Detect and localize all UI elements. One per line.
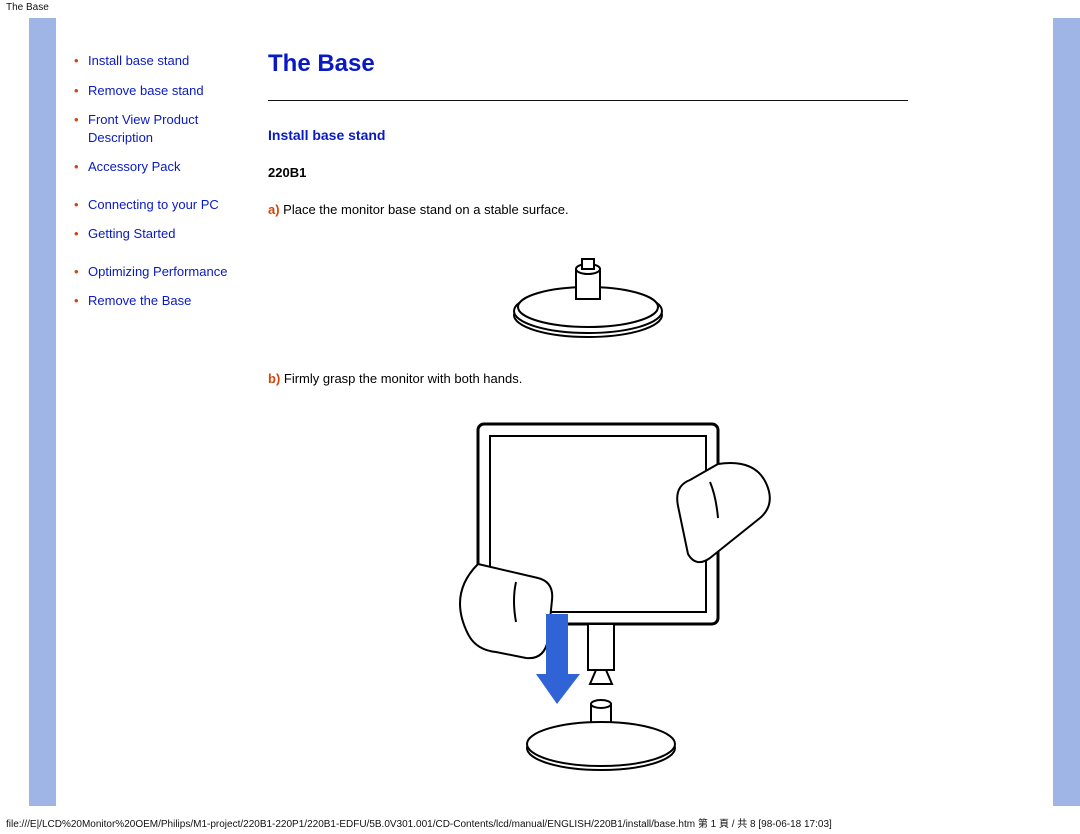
step-b-tag: b): [268, 371, 280, 386]
figure-base-stand: [268, 235, 908, 345]
sidebar-item-remove-base-stand[interactable]: Remove base stand: [74, 82, 244, 100]
sidebar-nav: Install base stand Remove base stand Fro…: [74, 52, 244, 322]
sidebar-link[interactable]: Getting Started: [88, 226, 175, 241]
sidebar-link[interactable]: Front View Product Description: [88, 112, 198, 145]
section-heading: Install base stand: [268, 127, 908, 143]
model-label: 220B1: [268, 165, 908, 180]
sidebar-link[interactable]: Optimizing Performance: [88, 264, 227, 279]
base-stand-illustration: [498, 235, 678, 345]
page-title: The Base: [268, 50, 908, 78]
sidebar-item-optimizing[interactable]: Optimizing Performance: [74, 263, 244, 281]
sidebar-item-getting-started[interactable]: Getting Started: [74, 225, 244, 243]
decorative-left-bar: [29, 18, 56, 806]
sidebar-item-accessory-pack[interactable]: Accessory Pack: [74, 158, 244, 176]
decorative-right-bar: [1053, 18, 1080, 806]
sidebar-item-remove-base[interactable]: Remove the Base: [74, 292, 244, 310]
divider: [268, 100, 908, 101]
figure-monitor-hands: [268, 404, 908, 784]
sidebar-item-install-base-stand[interactable]: Install base stand: [74, 52, 244, 70]
footer-path: file:///E|/LCD%20Monitor%20OEM/Philips/M…: [6, 815, 1066, 830]
step-b-text: Firmly grasp the monitor with both hands…: [280, 371, 522, 386]
sidebar-link[interactable]: Accessory Pack: [88, 159, 180, 174]
sidebar-link[interactable]: Connecting to your PC: [88, 197, 219, 212]
sidebar-link[interactable]: Remove the Base: [88, 293, 191, 308]
step-a: a) Place the monitor base stand on a sta…: [268, 202, 908, 217]
sidebar-item-front-view[interactable]: Front View Product Description: [74, 111, 244, 146]
sidebar-item-connecting-pc[interactable]: Connecting to your PC: [74, 196, 244, 214]
content-area: The Base Install base stand 220B1 a) Pla…: [268, 50, 908, 784]
step-a-text: Place the monitor base stand on a stable…: [280, 202, 569, 217]
step-a-tag: a): [268, 202, 280, 217]
sidebar-link[interactable]: Install base stand: [88, 53, 189, 68]
monitor-hands-illustration: [398, 404, 778, 784]
sidebar-link[interactable]: Remove base stand: [88, 83, 204, 98]
step-b: b) Firmly grasp the monitor with both ha…: [268, 371, 908, 386]
window-title: The Base: [6, 2, 49, 13]
